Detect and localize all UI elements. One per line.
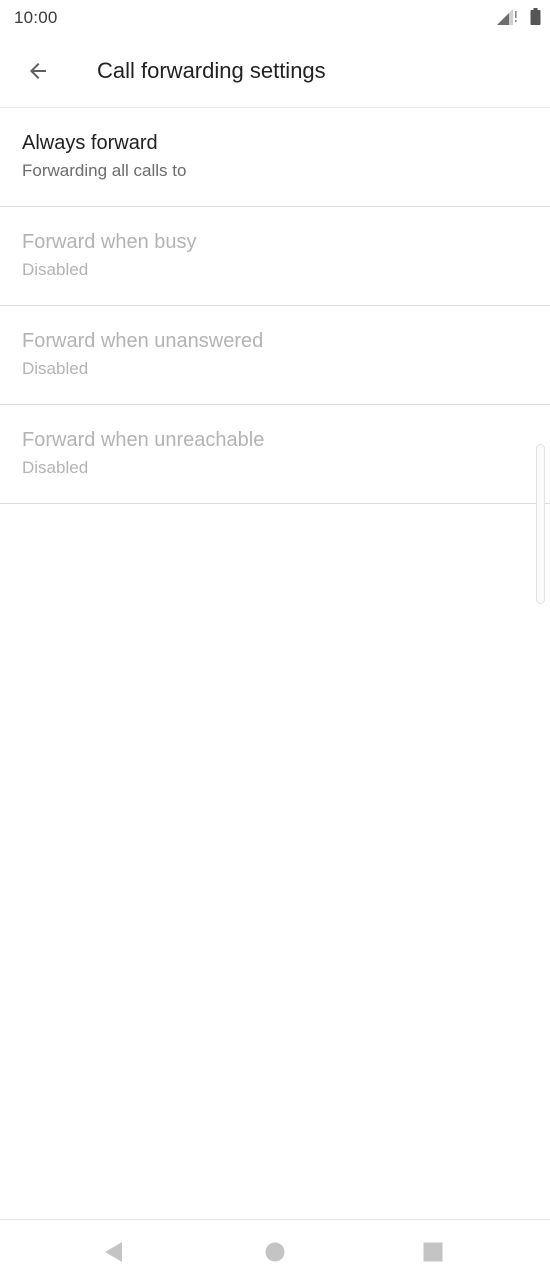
nav-back-icon — [105, 1242, 122, 1262]
signal-icon — [497, 9, 517, 25]
nav-bar — [0, 1219, 550, 1283]
settings-list: Always forward Forwarding all calls to F… — [0, 108, 550, 504]
nav-recents-icon — [423, 1242, 443, 1262]
scrollbar[interactable] — [536, 444, 545, 604]
item-summary: Forwarding all calls to — [22, 161, 187, 180]
nav-back-button[interactable] — [74, 1220, 154, 1283]
item-summary: Disabled — [22, 458, 89, 477]
item-title: Forward when busy — [22, 231, 197, 253]
status-time: 10:00 — [14, 8, 58, 27]
nav-recents-button[interactable] — [393, 1220, 473, 1283]
arrow-back-icon — [30, 63, 46, 79]
list-item-forward-when-busy: Forward when busy Disabled — [0, 207, 550, 306]
item-title: Forward when unreachable — [22, 429, 265, 451]
battery-icon — [530, 8, 541, 25]
item-title: Forward when unanswered — [22, 330, 264, 352]
nav-home-button[interactable] — [235, 1220, 315, 1283]
list-item-forward-when-unanswered: Forward when unanswered Disabled — [0, 306, 550, 405]
page-title: Call forwarding settings — [97, 58, 326, 83]
toolbar: Call forwarding settings — [0, 36, 550, 108]
status-bar: 10:00 — [0, 0, 550, 36]
back-button[interactable] — [14, 48, 62, 94]
nav-home-icon — [265, 1242, 285, 1262]
list-item-always-forward[interactable]: Always forward Forwarding all calls to — [0, 108, 550, 207]
list-item-forward-when-unreachable: Forward when unreachable Disabled — [0, 405, 550, 504]
screen: 10:00 Call forwarding settings Always fo… — [0, 0, 550, 1283]
item-title: Always forward — [22, 132, 158, 154]
item-summary: Disabled — [22, 359, 89, 378]
item-summary: Disabled — [22, 260, 89, 279]
